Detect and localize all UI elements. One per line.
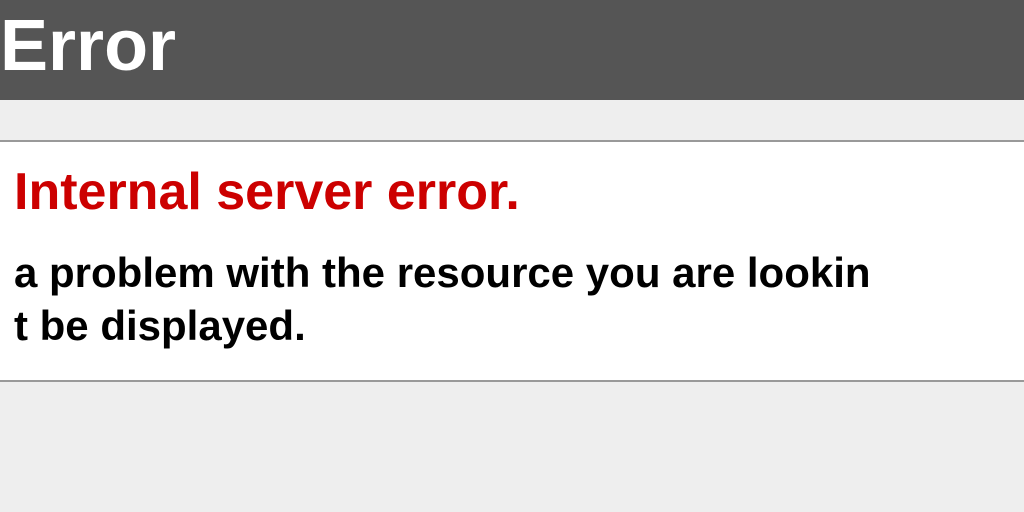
error-heading: Internal server error. (14, 164, 1024, 221)
error-panel: Internal server error. a problem with th… (0, 140, 1024, 382)
spacer (0, 100, 1024, 140)
page-header: Error (0, 0, 1024, 100)
error-body-line-1: a problem with the resource you are look… (14, 247, 1024, 300)
page-title: Error (0, 6, 176, 86)
error-body: a problem with the resource you are look… (14, 247, 1024, 352)
error-body-line-2: t be displayed. (14, 300, 1024, 353)
